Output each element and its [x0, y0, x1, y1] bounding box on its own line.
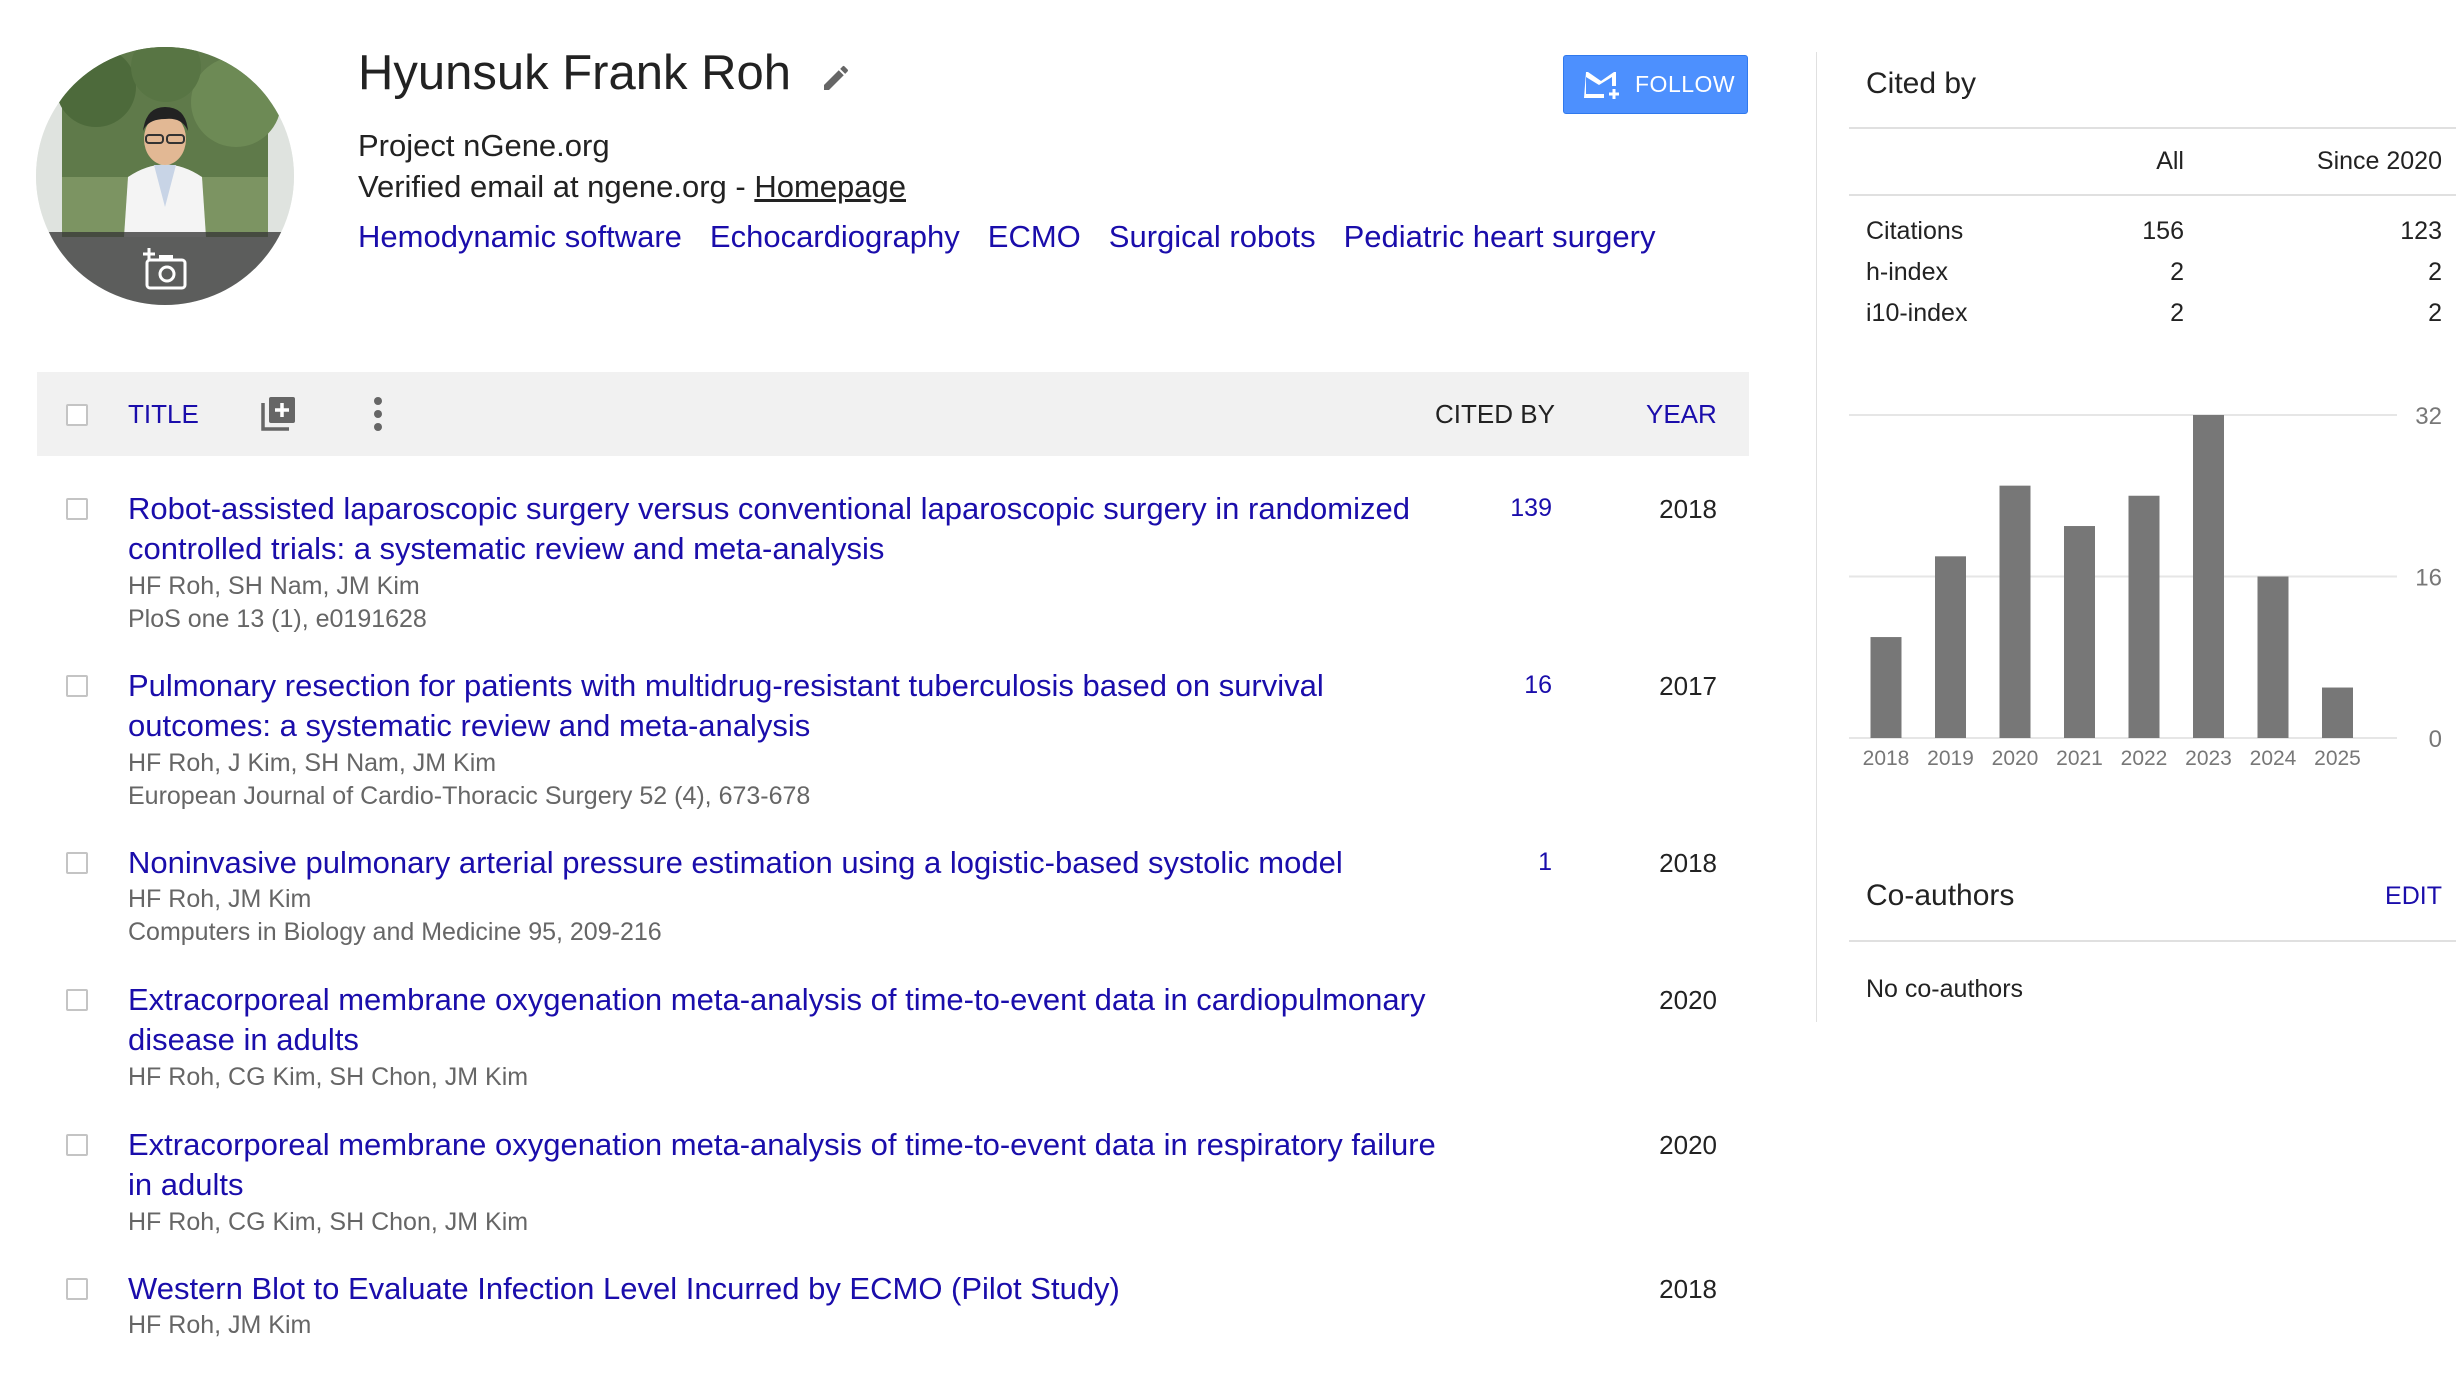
- chart-bar[interactable]: [2322, 687, 2353, 738]
- coauthors-edit-button[interactable]: EDIT: [2350, 882, 2442, 911]
- publication-year: 2020: [1659, 1130, 1717, 1160]
- follow-button[interactable]: FOLLOW: [1563, 55, 1748, 114]
- chart-bar[interactable]: [2064, 526, 2095, 738]
- publication-title[interactable]: Extracorporeal membrane oxygenation meta…: [128, 980, 1438, 1060]
- publication-authors: HF Roh, JM Kim: [128, 885, 312, 913]
- avatar-overlay[interactable]: [36, 232, 294, 305]
- cited-by-count[interactable]: 16: [1524, 671, 1552, 700]
- follow-label: FOLLOW: [1635, 71, 1736, 97]
- divider-line: [1849, 940, 2456, 942]
- profile-name: Hyunsuk Frank Roh: [358, 46, 792, 100]
- publication-authors: HF Roh, JM Kim: [128, 1311, 312, 1339]
- stat-all: 2: [2170, 299, 2184, 327]
- sort-by-cited[interactable]: CITED BY: [1435, 399, 1555, 430]
- chart-bar[interactable]: [2193, 415, 2224, 738]
- chart-x-label: 2022: [2121, 747, 2168, 770]
- publication-authors: HF Roh, CG Kim, SH Chon, JM Kim: [128, 1208, 529, 1236]
- divider-line: [1849, 194, 2456, 196]
- stats-col-all: All: [2156, 147, 2184, 175]
- chart-y-tick: 32: [2415, 403, 2442, 430]
- profile-avatar[interactable]: [36, 47, 294, 305]
- chart-x-label: 2019: [1927, 747, 1974, 770]
- chart-bar[interactable]: [2128, 495, 2160, 738]
- chart-x-label: 2024: [2250, 747, 2297, 770]
- chart-x-label: 2023: [2185, 747, 2232, 770]
- verified-email: Verified email at ngene.org - Homepage: [358, 169, 906, 205]
- sort-by-year[interactable]: YEAR: [1646, 399, 1717, 430]
- add-library-icon[interactable]: [259, 393, 299, 433]
- divider-line: [1849, 127, 2456, 129]
- row-checkbox[interactable]: [66, 852, 88, 874]
- citations-chart: 0 16 32 2018 2019 2020 2021 2022 2023 2024 2025: [1849, 403, 2442, 770]
- publication-year: 2017: [1659, 671, 1717, 701]
- chart-x-label: 2020: [1992, 747, 2039, 770]
- publication-authors: HF Roh, SH Nam, JM Kim: [128, 572, 420, 600]
- publication-authors: HF Roh, CG Kim, SH Chon, JM Kim: [128, 1063, 529, 1091]
- chart-y-tick: 0: [2429, 726, 2442, 753]
- row-checkbox[interactable]: [66, 1134, 88, 1156]
- publication-title[interactable]: Pulmonary resection for patients with mu…: [128, 666, 1438, 746]
- publication-venue: Computers in Biology and Medicine 95, 20…: [128, 918, 662, 946]
- table-header: TITLE CITED BY YEAR: [37, 372, 1749, 456]
- interest-link[interactable]: Hemodynamic software: [358, 219, 682, 254]
- cited-by-count[interactable]: 139: [1510, 494, 1552, 523]
- interest-link[interactable]: Pediatric heart surgery: [1344, 219, 1656, 254]
- chart-x-label: 2025: [2314, 747, 2361, 770]
- sort-by-title[interactable]: TITLE: [128, 399, 199, 430]
- publication-venue: PloS one 13 (1), e0191628: [128, 605, 427, 633]
- select-all-checkbox[interactable]: [66, 404, 88, 426]
- stat-all: 156: [2142, 217, 2184, 245]
- chart-bar[interactable]: [2257, 576, 2289, 739]
- row-checkbox[interactable]: [66, 498, 88, 520]
- publication-title[interactable]: Extracorporeal membrane oxygenation meta…: [128, 1125, 1438, 1205]
- publication-title[interactable]: Robot-assisted laparoscopic surgery vers…: [128, 489, 1438, 569]
- stat-since: 2: [2428, 258, 2442, 286]
- coauthors-title: Co-authors: [1866, 879, 2015, 912]
- interest-link[interactable]: ECMO: [988, 219, 1081, 254]
- column-divider: [1816, 52, 1817, 1022]
- stat-label: Citations: [1866, 217, 1964, 245]
- publication-year: 2018: [1659, 848, 1717, 878]
- add-photo-icon[interactable]: [143, 246, 191, 292]
- stat-label: h-index: [1866, 258, 1948, 286]
- pencil-icon[interactable]: [820, 62, 852, 94]
- interest-link[interactable]: Surgical robots: [1109, 219, 1316, 254]
- email-plus-icon: [1584, 71, 1619, 99]
- cited-by-title: Cited by: [1866, 67, 1977, 100]
- more-vert-icon[interactable]: [368, 394, 388, 434]
- publication-title[interactable]: Western Blot to Evaluate Infection Level…: [128, 1269, 1438, 1309]
- publication-authors: HF Roh, J Kim, SH Nam, JM Kim: [128, 749, 497, 777]
- publication-year: 2018: [1659, 494, 1717, 524]
- row-checkbox[interactable]: [66, 1278, 88, 1300]
- publication-year: 2020: [1659, 985, 1717, 1015]
- stat-since: 2: [2428, 299, 2442, 327]
- interest-link[interactable]: Echocardiography: [710, 219, 960, 254]
- research-interests: Hemodynamic software Echocardiography ECMO…: [358, 219, 1683, 255]
- row-checkbox[interactable]: [66, 675, 88, 697]
- chart-bar[interactable]: [1870, 637, 1902, 738]
- chart-bar[interactable]: [1999, 485, 2031, 738]
- stat-all: 2: [2170, 258, 2184, 286]
- stats-col-since: Since 2020: [2316, 147, 2442, 175]
- chart-y-tick: 16: [2415, 565, 2442, 592]
- email-text: Verified email at ngene.org -: [358, 169, 755, 204]
- chart-x-label: 2021: [2056, 747, 2103, 770]
- homepage-link[interactable]: Homepage: [754, 169, 906, 204]
- publication-venue: European Journal of Cardio-Thoracic Surg…: [128, 782, 811, 810]
- no-coauthors-text: No co-authors: [1866, 975, 2024, 1003]
- stat-since: 123: [2400, 217, 2442, 245]
- publication-title[interactable]: Noninvasive pulmonary arterial pressure …: [128, 843, 1438, 883]
- chart-x-label: 2018: [1863, 747, 1910, 770]
- stat-label: i10-index: [1866, 299, 1968, 327]
- publication-year: 2018: [1659, 1274, 1717, 1304]
- affiliation: Project nGene.org: [358, 128, 610, 163]
- chart-bar[interactable]: [1935, 556, 1966, 738]
- row-checkbox[interactable]: [66, 989, 88, 1011]
- cited-by-count[interactable]: 1: [1538, 848, 1552, 877]
